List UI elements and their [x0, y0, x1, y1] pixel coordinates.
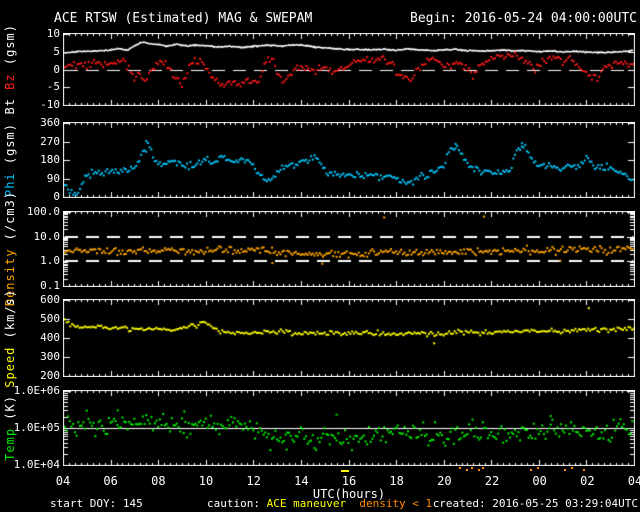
y-axis-label-segment: Speed: [3, 338, 17, 388]
panel-canvas-speed: [63, 299, 635, 377]
y-axis-label-density: Density (/cm3): [2, 191, 18, 306]
y-axis-label-speed: Speed (km/s): [2, 289, 18, 388]
y-axis-label-segment: Bt: [3, 90, 17, 115]
x-tick-label: 10: [198, 474, 214, 488]
x-tick-label: 18: [389, 474, 404, 488]
panel-canvas-bt_bz: [63, 33, 635, 106]
x-tick-label: 16: [341, 474, 357, 488]
caution-density-label: density < 1: [352, 497, 433, 510]
x-tick-label: 20: [437, 474, 452, 488]
x-tick-label: 02: [580, 474, 595, 488]
y-axis-label-phi: Phi (gsm): [2, 122, 18, 198]
caution-maneuver-label: ACE maneuver: [259, 497, 353, 510]
y-axis-label-segment: (/cm3): [3, 191, 17, 241]
y-axis-label-bt_bz: Bt Bz (gsm): [2, 24, 18, 115]
ace-maneuver-marker: [341, 470, 350, 472]
x-tick-label: 00: [532, 474, 547, 488]
density-flag-dot: [582, 469, 585, 471]
y-axis-label-segment: (K): [3, 395, 17, 420]
x-tick-label: 14: [294, 474, 309, 488]
panel-canvas-temp: [63, 390, 635, 466]
x-tick-label: 04: [627, 474, 640, 488]
y-axis-label-segment: (km/s): [3, 288, 17, 338]
density-flag-dot: [470, 467, 473, 469]
begin-timestamp: Begin: 2016-05-24 04:00:00UTC: [410, 11, 637, 26]
density-flag-dot: [465, 469, 468, 471]
x-tick-label: 04: [55, 474, 71, 488]
y-axis-label-segment: Bz: [3, 65, 17, 91]
density-flag-dot: [537, 467, 540, 469]
ace-rtsw-plot: ACE RTSW (Estimated) MAG & SWEPAM Begin:…: [0, 0, 640, 512]
panel-canvas-density: [63, 211, 635, 287]
x-tick-label: 06: [103, 474, 118, 488]
x-tick-label: 22: [484, 474, 500, 488]
density-flag-dot: [477, 469, 480, 471]
density-flag-dot: [530, 469, 533, 471]
density-flag-dot: [563, 469, 566, 471]
plot-title: ACE RTSW (Estimated) MAG & SWEPAM: [54, 11, 313, 26]
panel-canvas-phi: [63, 122, 635, 198]
start-doy-label: start DOY: 145: [50, 497, 143, 510]
x-tick-label: 12: [246, 474, 261, 488]
density-flag-dot: [458, 467, 461, 469]
density-flag-dot: [570, 467, 573, 469]
y-axis-label-segment: Temp: [3, 419, 17, 461]
y-axis-label-temp: Temp (K): [2, 390, 18, 466]
density-flag-dot: [482, 467, 485, 469]
x-tick-label: 08: [151, 474, 166, 488]
y-axis-label-segment: (gsm): [3, 24, 17, 66]
caution-label: caution:: [207, 497, 260, 510]
y-axis-label-segment: (gsm): [3, 122, 17, 165]
created-timestamp: created: 2016-05-25 03:29:04UTC: [432, 497, 638, 510]
caution-note: caution: ACE maneuver density < 1: [207, 497, 432, 510]
